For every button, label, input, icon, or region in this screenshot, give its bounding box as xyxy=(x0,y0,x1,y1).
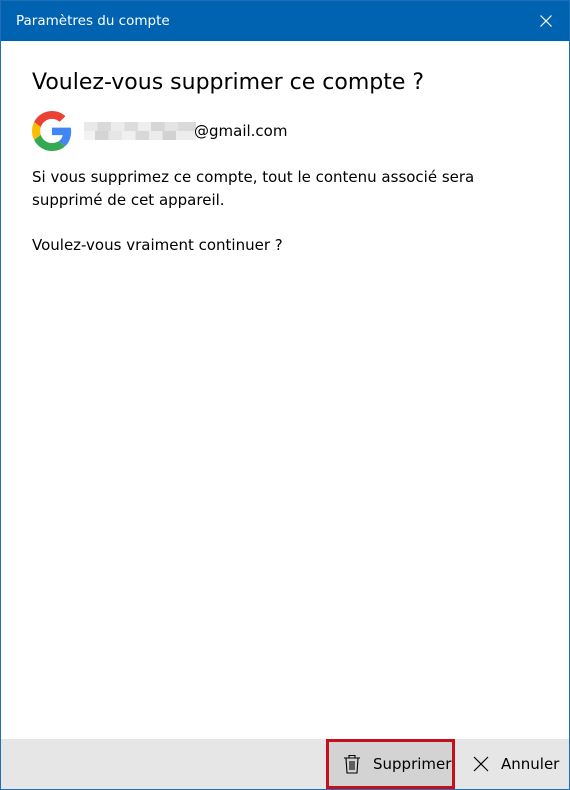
account-row: @gmail.com xyxy=(32,111,532,151)
account-email-suffix: @gmail.com xyxy=(194,122,288,140)
trash-icon xyxy=(343,754,361,774)
account-settings-window: Paramètres du compte Voulez-vous supprim… xyxy=(0,0,570,790)
dialog-footer: Supprimer Annuler xyxy=(1,739,569,789)
delete-button-label: Supprimer xyxy=(373,755,452,773)
cancel-button-label: Annuler xyxy=(501,755,560,773)
redacted-username xyxy=(84,122,196,140)
close-icon xyxy=(473,756,489,772)
dialog-heading: Voulez-vous supprimer ce compte ? xyxy=(32,70,425,95)
google-logo-icon xyxy=(32,111,72,151)
close-icon xyxy=(540,15,552,27)
title-bar: Paramètres du compte xyxy=(1,1,569,41)
cancel-button[interactable]: Annuler xyxy=(471,739,566,789)
confirm-question-text: Voulez-vous vraiment continuer ? xyxy=(32,236,283,254)
dialog-content: Voulez-vous supprimer ce compte ? @gmail… xyxy=(32,69,549,254)
window-title: Paramètres du compte xyxy=(16,13,170,29)
window-close-button[interactable] xyxy=(523,1,569,41)
delete-button[interactable]: Supprimer xyxy=(326,739,455,789)
delete-warning-text: Si vous supprimez ce compte, tout le con… xyxy=(32,168,475,209)
